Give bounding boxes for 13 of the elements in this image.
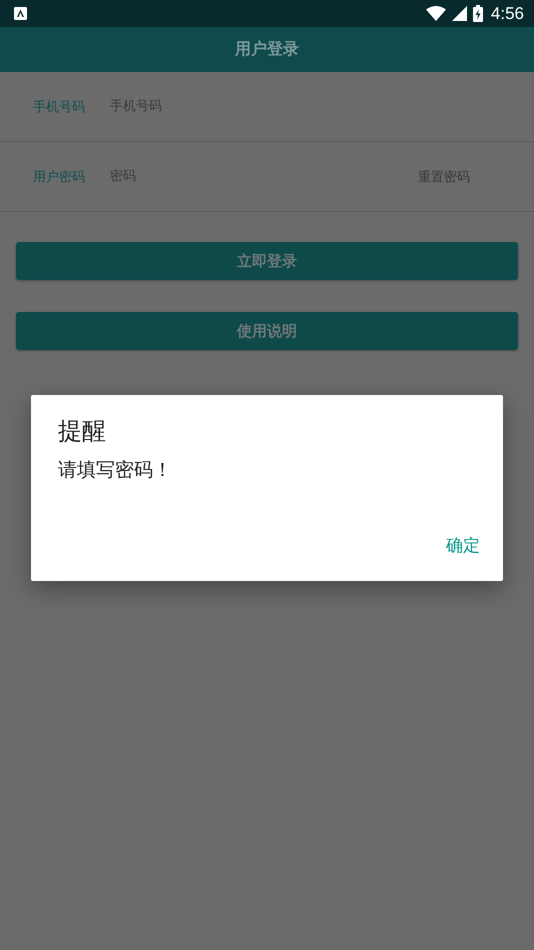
status-time: 4:56 [490,4,524,24]
notification-icon [14,7,27,20]
app-bar-title: 用户登录 [235,39,299,60]
wifi-icon [426,6,446,21]
signal-icon [452,6,467,21]
dialog-message: 请填写密码！ [58,458,173,483]
battery-icon [472,5,483,22]
field-label: 用户密码 [33,168,86,186]
action-button[interactable]: 使用说明 [16,312,518,350]
confirm-button[interactable]: 确定 [442,530,484,561]
field-label: 手机号码 [33,98,86,116]
action-button[interactable]: 立即登录 [16,242,518,280]
dialog-title: 提醒 [58,416,107,447]
